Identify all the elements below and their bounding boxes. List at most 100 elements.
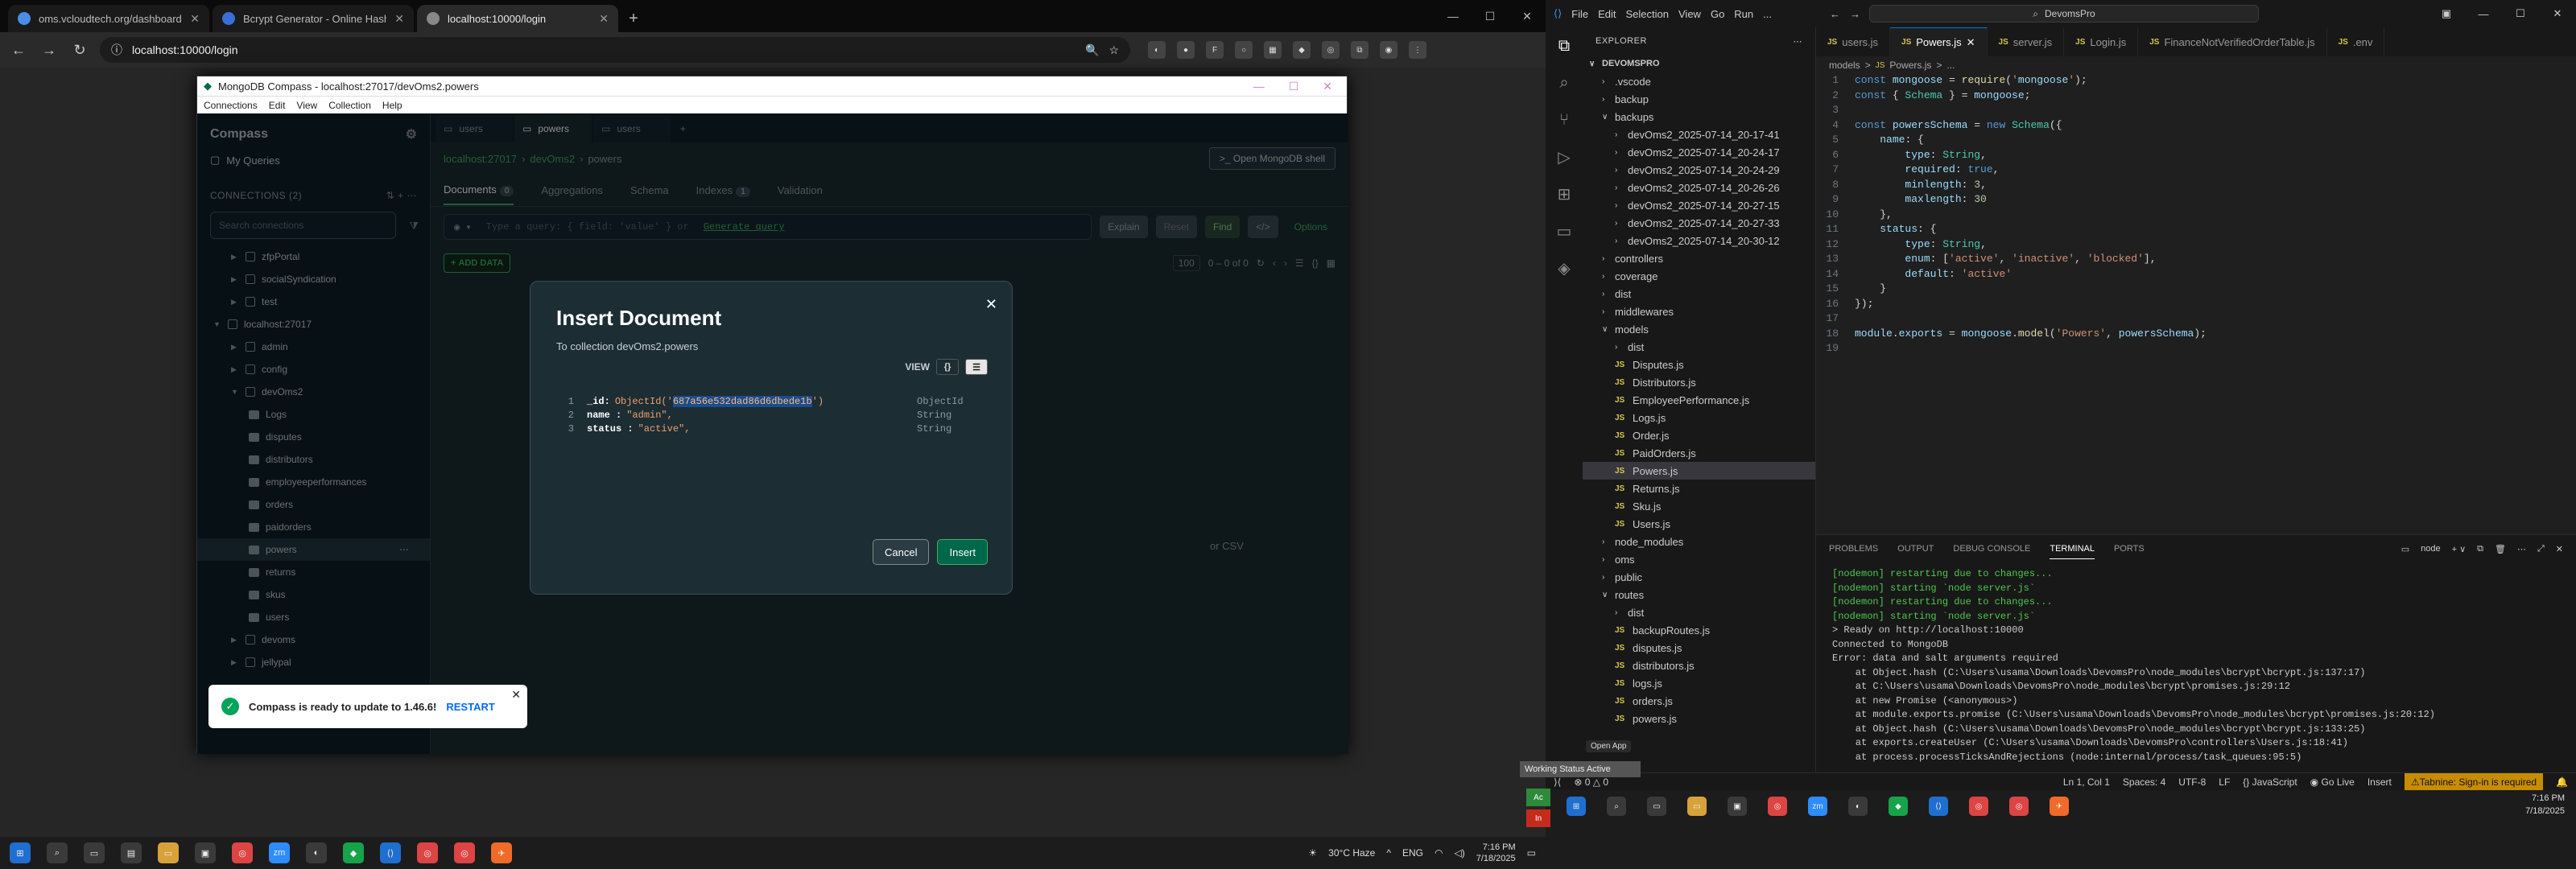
file-item[interactable]: JS Disputes.js	[1583, 356, 1815, 373]
terminal-output[interactable]: [nodemon] restarting due to changes... [n…	[1816, 562, 2576, 769]
windows-start-icon[interactable]: ⊞	[10, 842, 31, 863]
task-view-icon[interactable]: ▭	[1647, 797, 1666, 816]
remote-explorer-icon[interactable]: ▭	[1546, 212, 1583, 249]
eol[interactable]: LF	[2219, 776, 2230, 788]
browser-tab-login[interactable]: localhost:10000/login ✕	[417, 5, 618, 32]
folder-item[interactable]: › .vscode	[1583, 72, 1815, 90]
postman-icon[interactable]: ✈	[491, 842, 512, 863]
maximize-icon[interactable]: ☐	[1472, 0, 1509, 32]
menu-edit[interactable]: Edit	[269, 100, 286, 111]
folder-item[interactable]: › devOms2_2025-07-14_20-30-12	[1583, 232, 1815, 249]
field-value[interactable]: "admin",	[626, 410, 673, 421]
tab-ports[interactable]: PORTS	[2114, 544, 2145, 554]
forward-arrow-icon[interactable]: →	[39, 39, 60, 60]
wifi-icon[interactable]: ◠	[1435, 847, 1443, 859]
encoding[interactable]: UTF-8	[2178, 776, 2206, 788]
errors-warnings[interactable]: ⊗ 0 △ 0	[1574, 776, 1608, 788]
more-icon[interactable]: ⋯	[1794, 36, 1803, 47]
field-type[interactable]: ObjectId	[917, 396, 989, 407]
puzzle-icon[interactable]: ⧉	[1351, 41, 1368, 59]
vscode-icon[interactable]: ⟨⟩	[380, 842, 401, 863]
list-view-icon[interactable]: ☰	[965, 359, 988, 375]
tab-problems[interactable]: PROBLEMS	[1829, 544, 1878, 554]
store-icon[interactable]: ▣	[195, 842, 216, 863]
terminal-kind[interactable]: node	[2421, 544, 2440, 554]
file-explorer-icon[interactable]: ▭	[158, 842, 179, 863]
postman-icon[interactable]: ✈	[2050, 797, 2069, 816]
tab-debug-console[interactable]: DEBUG CONSOLE	[1953, 544, 2030, 554]
close-icon[interactable]: ✕	[985, 296, 997, 313]
indentation[interactable]: Spaces: 4	[2123, 776, 2165, 788]
language-mode[interactable]: {} JavaScript	[2243, 776, 2297, 788]
volume-icon[interactable]: ◁)	[1454, 847, 1464, 859]
remote-icon[interactable]: ⟩⟨	[1554, 776, 1561, 788]
status-red-badge[interactable]: In	[1526, 809, 1550, 827]
extension-icon[interactable]: ▦	[1264, 41, 1282, 59]
extension-icon[interactable]: ◐	[1148, 41, 1166, 59]
file-item[interactable]: JS disputes.js	[1583, 639, 1815, 657]
field-type[interactable]: String	[917, 423, 989, 434]
maximize-icon[interactable]: ☐	[1289, 80, 1299, 93]
folder-item[interactable]: › dist	[1583, 603, 1815, 621]
zoom-app-icon[interactable]: zm	[1808, 797, 1827, 816]
file-item[interactable]: JS Logs.js	[1583, 409, 1815, 426]
editor-tab[interactable]: JS .env	[2327, 27, 2385, 56]
file-item[interactable]: JS orders.js	[1583, 692, 1815, 710]
compass-app-icon[interactable]: ◆	[343, 842, 364, 863]
notification-icon[interactable]: ▭	[1527, 847, 1536, 859]
extension-icon[interactable]: ◆	[1293, 41, 1311, 59]
close-icon[interactable]: ✕	[2556, 544, 2563, 554]
search-icon[interactable]: ⌕	[47, 842, 68, 863]
file-explorer-icon[interactable]: ▭	[1687, 797, 1707, 816]
close-icon[interactable]: ✕	[190, 12, 200, 26]
windows-start-icon[interactable]: ⊞	[1567, 797, 1586, 816]
clock[interactable]: 7:16 PM 7/18/2025	[2525, 792, 2565, 818]
status-green-badge[interactable]: Ac	[1526, 789, 1550, 806]
document-line[interactable]: 1 _id: ObjectId('687a56e532dad86d6dbede1b'…	[555, 394, 989, 408]
extension-icon[interactable]: ◎	[1322, 41, 1340, 59]
folder-item[interactable]: › devOms2_2025-07-14_20-27-15	[1583, 196, 1815, 214]
document-editor[interactable]: 1 _id: ObjectId('687a56e532dad86d6dbede1b'…	[555, 394, 989, 435]
minimize-icon[interactable]: —	[1435, 0, 1472, 32]
search-icon[interactable]: ⌕	[1546, 64, 1583, 101]
new-terminal-icon[interactable]: + ∨	[2452, 544, 2467, 554]
profile-icon[interactable]: ◉	[1380, 41, 1397, 59]
field-type[interactable]: String	[917, 410, 989, 421]
crumb-symbol[interactable]: ...	[1946, 60, 1955, 71]
menu-collection[interactable]: Collection	[328, 100, 371, 111]
json-view-icon[interactable]: {}	[936, 359, 959, 375]
folder-item[interactable]: › coverage	[1583, 267, 1815, 285]
task-view-icon[interactable]: ▭	[84, 842, 105, 863]
folder-item[interactable]: › oms	[1583, 550, 1815, 568]
cancel-button[interactable]: Cancel	[873, 539, 930, 565]
folder-item[interactable]: › public	[1583, 568, 1815, 586]
menu-view[interactable]: View	[296, 100, 317, 111]
back-arrow-icon[interactable]: ←	[1830, 8, 1840, 20]
extension-icon[interactable]: ●	[1177, 41, 1195, 59]
minimize-icon[interactable]: —	[2465, 0, 2502, 27]
folder-item[interactable]: › middlewares	[1583, 303, 1815, 320]
workspace-root[interactable]: ∨ DEVOMSPRO	[1583, 55, 1815, 72]
close-window-icon[interactable]: ✕	[1323, 80, 1332, 93]
bell-icon[interactable]: 🔔	[2556, 776, 2568, 788]
new-tab-plus-icon[interactable]: +	[621, 5, 646, 32]
clock[interactable]: 7:16 PM 7/18/2025	[1476, 842, 1516, 864]
file-item[interactable]: JS PaidOrders.js	[1583, 444, 1815, 462]
file-item[interactable]: JS logs.js	[1583, 674, 1815, 692]
file-item[interactable]: JS Sku.js	[1583, 497, 1815, 515]
menu-selection[interactable]: Selection	[1626, 8, 1669, 20]
zoom-icon[interactable]: 🔍	[1085, 43, 1099, 57]
folder-item[interactable]: › devOms2_2025-07-14_20-27-33	[1583, 214, 1815, 232]
file-item[interactable]: JS EmployeePerformance.js	[1583, 391, 1815, 409]
folder-item[interactable]: ∨ backups	[1583, 108, 1815, 126]
menu-help[interactable]: Help	[382, 100, 402, 111]
reload-icon[interactable]: ↻	[69, 39, 90, 60]
tabnine-icon[interactable]: ◈	[1546, 249, 1583, 286]
menu-more[interactable]: ...	[1763, 8, 1772, 20]
file-item[interactable]: JS Order.js	[1583, 426, 1815, 444]
chrome-icon[interactable]: ◎	[1969, 797, 1988, 816]
chrome-icon[interactable]: ◎	[454, 842, 475, 863]
cursor-position[interactable]: Ln 1, Col 1	[2063, 776, 2110, 788]
editor-tab[interactable]: JS Login.js	[2064, 27, 2139, 56]
folder-item[interactable]: › devOms2_2025-07-14_20-24-17	[1583, 143, 1815, 161]
